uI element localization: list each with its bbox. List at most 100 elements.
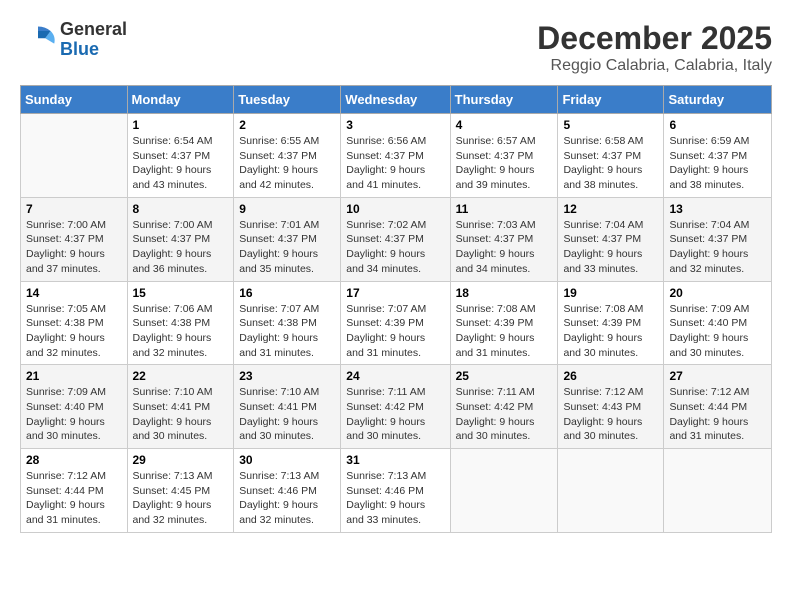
header-day-thursday: Thursday [450,86,558,114]
day-number: 29 [133,453,229,467]
day-info: Sunrise: 7:12 AMSunset: 4:43 PMDaylight:… [563,385,658,444]
day-number: 30 [239,453,335,467]
calendar-cell: 5 Sunrise: 6:58 AMSunset: 4:37 PMDaylight… [558,114,664,198]
day-number: 3 [346,118,444,132]
header-day-wednesday: Wednesday [341,86,450,114]
calendar-cell [21,114,128,198]
day-number: 6 [669,118,766,132]
day-info: Sunrise: 7:07 AMSunset: 4:39 PMDaylight:… [346,302,444,361]
calendar-week-5: 28Sunrise: 7:12 AMSunset: 4:44 PMDayligh… [21,449,772,533]
calendar-cell: 12Sunrise: 7:04 AMSunset: 4:37 PMDayligh… [558,197,664,281]
calendar-cell: 19Sunrise: 7:08 AMSunset: 4:39 PMDayligh… [558,281,664,365]
day-info: Sunrise: 7:08 AMSunset: 4:39 PMDaylight:… [456,302,553,361]
day-number: 7 [26,202,122,216]
calendar-cell: 6 Sunrise: 6:59 AMSunset: 4:37 PMDaylight… [664,114,772,198]
calendar-cell: 17 Sunrise: 7:07 AMSunset: 4:39 PMDayligh… [341,281,450,365]
day-info: Sunrise: 7:10 AMSunset: 4:41 PMDaylight:… [239,385,335,444]
calendar-cell: 20Sunrise: 7:09 AMSunset: 4:40 PMDayligh… [664,281,772,365]
day-number: 14 [26,286,122,300]
day-info: Sunrise: 7:00 AMSunset: 4:37 PMDaylight:… [26,218,122,277]
header-day-saturday: Saturday [664,86,772,114]
day-number: 31 [346,453,444,467]
calendar-cell: 16Sunrise: 7:07 AMSunset: 4:38 PMDayligh… [234,281,341,365]
logo-general-text: General [60,19,127,39]
day-number: 16 [239,286,335,300]
calendar-cell: 9 Sunrise: 7:01 AMSunset: 4:37 PMDaylight… [234,197,341,281]
day-info: Sunrise: 7:06 AMSunset: 4:38 PMDaylight:… [133,302,229,361]
calendar-cell: 21 Sunrise: 7:09 AMSunset: 4:40 PMDayligh… [21,365,128,449]
calendar-cell [664,449,772,533]
day-number: 15 [133,286,229,300]
day-number: 8 [133,202,229,216]
page-header: General Blue December 2025 Reggio Calabr… [20,20,772,75]
calendar-cell: 1 Sunrise: 6:54 AMSunset: 4:37 PMDaylight… [127,114,234,198]
day-info: Sunrise: 7:11 AMSunset: 4:42 PMDaylight:… [346,385,444,444]
calendar-cell: 26 Sunrise: 7:12 AMSunset: 4:43 PMDayligh… [558,365,664,449]
calendar-cell: 8 Sunrise: 7:00 AMSunset: 4:37 PMDaylight… [127,197,234,281]
day-number: 17 [346,286,444,300]
day-number: 26 [563,369,658,383]
logo-blue-text: Blue [60,39,99,59]
calendar-cell: 7 Sunrise: 7:00 AMSunset: 4:37 PMDaylight… [21,197,128,281]
day-info: Sunrise: 7:02 AMSunset: 4:37 PMDaylight:… [346,218,444,277]
calendar-week-2: 7 Sunrise: 7:00 AMSunset: 4:37 PMDaylight… [21,197,772,281]
calendar-cell: 18 Sunrise: 7:08 AMSunset: 4:39 PMDayligh… [450,281,558,365]
calendar-cell: 30 Sunrise: 7:13 AMSunset: 4:46 PMDayligh… [234,449,341,533]
day-info: Sunrise: 6:57 AMSunset: 4:37 PMDaylight:… [456,134,553,193]
day-info: Sunrise: 7:13 AMSunset: 4:45 PMDaylight:… [133,469,229,528]
day-info: Sunrise: 7:05 AMSunset: 4:38 PMDaylight:… [26,302,122,361]
day-info: Sunrise: 7:03 AMSunset: 4:37 PMDaylight:… [456,218,553,277]
day-number: 10 [346,202,444,216]
calendar-week-3: 14 Sunrise: 7:05 AMSunset: 4:38 PMDayligh… [21,281,772,365]
day-info: Sunrise: 7:04 AMSunset: 4:37 PMDaylight:… [563,218,658,277]
calendar-table: SundayMondayTuesdayWednesdayThursdayFrid… [20,85,772,533]
calendar-cell: 13 Sunrise: 7:04 AMSunset: 4:37 PMDayligh… [664,197,772,281]
calendar-cell: 15 Sunrise: 7:06 AMSunset: 4:38 PMDayligh… [127,281,234,365]
location: Reggio Calabria, Calabria, Italy [537,57,772,75]
day-info: Sunrise: 7:13 AMSunset: 4:46 PMDaylight:… [239,469,335,528]
calendar-cell [450,449,558,533]
day-info: Sunrise: 7:13 AMSunset: 4:46 PMDaylight:… [346,469,444,528]
day-number: 22 [133,369,229,383]
day-info: Sunrise: 7:10 AMSunset: 4:41 PMDaylight:… [133,385,229,444]
month-title: December 2025 [537,20,772,57]
day-number: 23 [239,369,335,383]
calendar-cell: 25Sunrise: 7:11 AMSunset: 4:42 PMDayligh… [450,365,558,449]
calendar-cell: 10 Sunrise: 7:02 AMSunset: 4:37 PMDayligh… [341,197,450,281]
day-info: Sunrise: 6:55 AMSunset: 4:37 PMDaylight:… [239,134,335,193]
day-number: 5 [563,118,658,132]
day-number: 13 [669,202,766,216]
day-info: Sunrise: 7:01 AMSunset: 4:37 PMDaylight:… [239,218,335,277]
day-info: Sunrise: 6:59 AMSunset: 4:37 PMDaylight:… [669,134,766,193]
calendar-cell [558,449,664,533]
calendar-body: 1 Sunrise: 6:54 AMSunset: 4:37 PMDaylight… [21,114,772,533]
day-info: Sunrise: 7:09 AMSunset: 4:40 PMDaylight:… [26,385,122,444]
calendar-cell: 27Sunrise: 7:12 AMSunset: 4:44 PMDayligh… [664,365,772,449]
calendar-cell: 14 Sunrise: 7:05 AMSunset: 4:38 PMDayligh… [21,281,128,365]
header-day-sunday: Sunday [21,86,128,114]
header-day-tuesday: Tuesday [234,86,341,114]
header-day-monday: Monday [127,86,234,114]
day-number: 4 [456,118,553,132]
logo-icon [20,22,56,58]
day-info: Sunrise: 6:58 AMSunset: 4:37 PMDaylight:… [563,134,658,193]
calendar-cell: 31 Sunrise: 7:13 AMSunset: 4:46 PMDayligh… [341,449,450,533]
calendar-cell: 3 Sunrise: 6:56 AMSunset: 4:37 PMDaylight… [341,114,450,198]
day-number: 24 [346,369,444,383]
day-info: Sunrise: 7:00 AMSunset: 4:37 PMDaylight:… [133,218,229,277]
calendar-cell: 28Sunrise: 7:12 AMSunset: 4:44 PMDayligh… [21,449,128,533]
day-info: Sunrise: 7:12 AMSunset: 4:44 PMDaylight:… [26,469,122,528]
title-block: December 2025 Reggio Calabria, Calabria,… [537,20,772,75]
day-info: Sunrise: 6:56 AMSunset: 4:37 PMDaylight:… [346,134,444,193]
day-number: 1 [133,118,229,132]
calendar-cell: 24 Sunrise: 7:11 AMSunset: 4:42 PMDayligh… [341,365,450,449]
day-number: 9 [239,202,335,216]
day-number: 18 [456,286,553,300]
day-number: 2 [239,118,335,132]
calendar-cell: 2 Sunrise: 6:55 AMSunset: 4:37 PMDaylight… [234,114,341,198]
calendar-cell: 29 Sunrise: 7:13 AMSunset: 4:45 PMDayligh… [127,449,234,533]
day-info: Sunrise: 7:09 AMSunset: 4:40 PMDaylight:… [669,302,766,361]
day-info: Sunrise: 7:04 AMSunset: 4:37 PMDaylight:… [669,218,766,277]
day-info: Sunrise: 6:54 AMSunset: 4:37 PMDaylight:… [133,134,229,193]
day-number: 21 [26,369,122,383]
